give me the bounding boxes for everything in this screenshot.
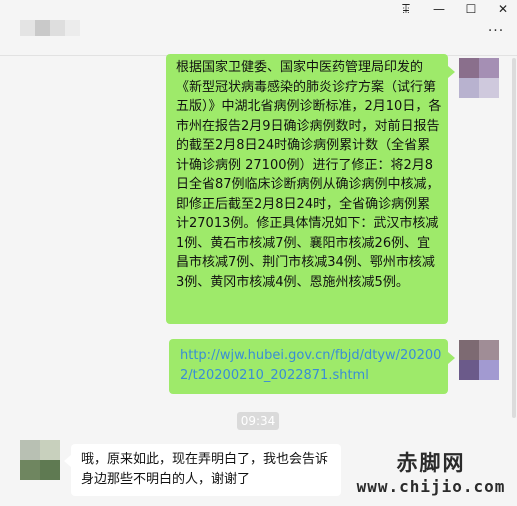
message-bubble-incoming[interactable]: 哦，原来如此，现在弄明白了，我也会告诉身边那些不明白的人，谢谢了 (71, 444, 341, 496)
maximize-button[interactable]: ☐ (462, 2, 480, 16)
message-timestamp: 09:34 (237, 412, 279, 430)
chat-header: ꔯ — ☐ ✕ ··· (0, 0, 517, 56)
message-bubble-outgoing[interactable]: 根据国家卫健委、国家中医药管理局印发的《新型冠状病毒感染的肺炎诊疗方案（试行第五… (166, 54, 448, 324)
message-text: 根据国家卫健委、国家中医药管理局印发的《新型冠状病毒感染的肺炎诊疗方案（试行第五… (176, 60, 442, 290)
close-button[interactable]: ✕ (494, 2, 512, 16)
watermark-url: www.chijio.com (356, 477, 506, 496)
chat-scrollbar[interactable] (512, 58, 516, 418)
more-options-icon[interactable]: ··· (486, 24, 506, 40)
contact-avatar[interactable] (20, 440, 60, 480)
message-tail (448, 66, 455, 78)
message-bubble-link[interactable]: http://wjw.hubei.gov.cn/fbjd/dtyw/202002… (169, 339, 448, 394)
chat-title-redacted (20, 20, 80, 36)
my-avatar[interactable] (459, 340, 499, 380)
watermark-title: 赤脚网 (396, 451, 466, 475)
message-tail (448, 352, 455, 364)
minimize-button[interactable]: — (430, 2, 448, 16)
message-text: 哦，原来如此，现在弄明白了，我也会告诉身边那些不明白的人，谢谢了 (81, 452, 329, 487)
message-tail (64, 455, 71, 467)
my-avatar[interactable] (459, 58, 499, 98)
pin-button[interactable]: ꔯ (397, 2, 415, 16)
site-watermark: 赤脚网 www.chijio.com (345, 450, 517, 506)
message-link[interactable]: http://wjw.hubei.gov.cn/fbjd/dtyw/202002… (180, 348, 441, 383)
